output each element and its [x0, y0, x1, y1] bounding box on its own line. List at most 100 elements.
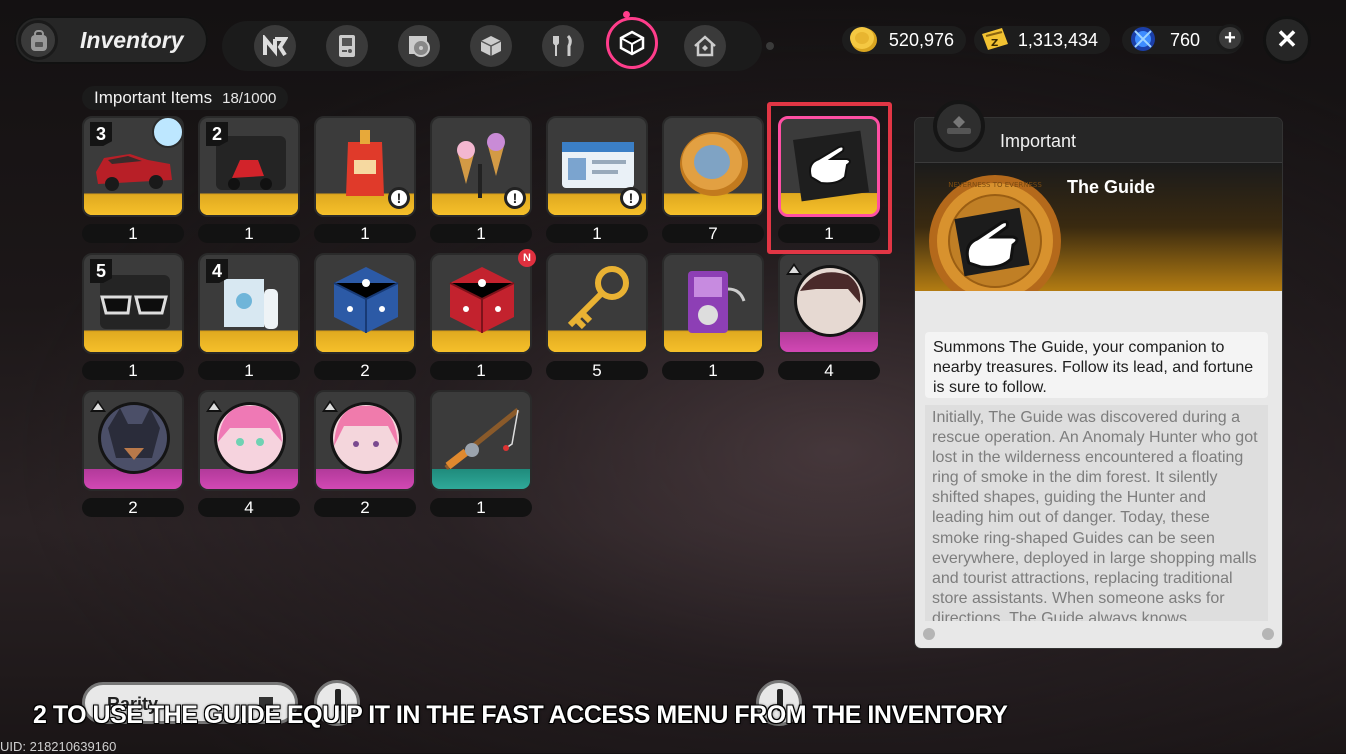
tabbar-end-dot [766, 42, 774, 50]
backpack-icon [18, 20, 58, 60]
tab-device[interactable] [326, 25, 368, 67]
section-header: Important Items 18/1000 [82, 86, 289, 110]
svg-text:Z: Z [991, 38, 998, 49]
dennies-coin-icon [850, 27, 877, 52]
item-card[interactable] [314, 390, 416, 491]
guide-hand-icon [793, 130, 869, 202]
item-quantity: 1 [82, 224, 184, 243]
item-card[interactable] [662, 116, 764, 217]
character-avatar-icon [152, 118, 182, 148]
alert-icon: ! [504, 187, 526, 209]
item-card[interactable] [662, 253, 764, 354]
detail-hero: NEVERNESS TO EVERNESS The Guide [915, 163, 1282, 307]
user-id: UID: 218210639160 [0, 739, 117, 754]
item-quantity: 1 [314, 224, 416, 243]
item-name: The Guide [1067, 177, 1156, 197]
item-quantity: 1 [546, 224, 648, 243]
n-logo-icon [263, 35, 288, 57]
item-detail-panel: Important NEVERNESS TO EVERNESS The Guid… [915, 100, 1282, 648]
tab-disc[interactable] [398, 25, 440, 67]
item-card[interactable] [430, 253, 532, 354]
close-button[interactable]: ✕ [1263, 16, 1311, 64]
dennies-value: 520,976 [888, 30, 954, 50]
important-category-icon [933, 100, 985, 152]
section-title: Important Items [94, 88, 213, 107]
item-quantity: 2 [314, 498, 416, 517]
item-quantity: 1 [662, 361, 764, 380]
add-polychrome-button[interactable]: + [1216, 24, 1244, 52]
item-card[interactable]: 5 [82, 253, 184, 354]
item-quantity: 4 [198, 498, 300, 517]
currency-ticket: Z 1,313,434 [974, 26, 1110, 54]
item-card[interactable] [778, 116, 880, 217]
rank-triangle-icon [322, 400, 338, 412]
item-quantity: 2 [314, 361, 416, 380]
item-summary: Summons The Guide, your companion to nea… [925, 332, 1268, 398]
tab-food[interactable] [542, 25, 584, 67]
currency-dennies: 520,976 [842, 26, 966, 54]
plus-icon: + [1224, 27, 1236, 49]
item-quantity: 1 [430, 498, 532, 517]
item-quantity: 2 [82, 498, 184, 517]
house-icon [694, 35, 716, 57]
rank-triangle-icon [90, 400, 106, 412]
rank-triangle-icon [206, 400, 222, 412]
item-card[interactable]: ! [430, 116, 532, 217]
key-icon [567, 266, 629, 330]
polychrome-value: 760 [1169, 30, 1200, 50]
alert-icon: ! [388, 187, 410, 209]
cube-icon [480, 36, 502, 56]
scroll-right-dot [1262, 628, 1274, 640]
item-card[interactable] [778, 253, 880, 354]
item-quantity: 5 [546, 361, 648, 380]
count-badge: 3 [90, 122, 112, 146]
item-quantity: 4 [778, 361, 880, 380]
scroll-left-dot [923, 628, 935, 640]
category-tabs [222, 11, 774, 71]
item-card[interactable]: 2 [198, 116, 300, 217]
item-card[interactable]: 3 [82, 116, 184, 217]
item-lore: Initially, The Guide was discovered duri… [925, 405, 1268, 621]
tab-bangboo[interactable] [254, 25, 296, 67]
tab-furniture[interactable] [684, 25, 726, 67]
coin-icon [680, 132, 748, 196]
item-quantity: 7 [662, 224, 764, 243]
item-card[interactable] [314, 253, 416, 354]
item-quantity: 1 [430, 361, 532, 380]
detail-body[interactable]: Summons The Guide, your companion to nea… [915, 291, 1282, 648]
item-card[interactable]: ! [546, 116, 648, 217]
fishing-rod-icon [444, 408, 520, 470]
item-card[interactable] [546, 253, 648, 354]
item-quantity: 1 [198, 361, 300, 380]
count-badge: 4 [206, 259, 228, 283]
page-title: Inventory [80, 27, 184, 53]
tab-materials[interactable] [470, 25, 512, 67]
important-box-icon [619, 30, 645, 56]
tab-important[interactable] [606, 11, 658, 69]
new-badge: N [518, 249, 536, 267]
item-card[interactable] [82, 390, 184, 491]
inventory-header: Inventory [14, 16, 208, 64]
item-card[interactable]: ! [314, 116, 416, 217]
item-card[interactable] [198, 390, 300, 491]
currency-polychrome: 760 + [1122, 24, 1244, 54]
ticket-value: 1,313,434 [1017, 30, 1098, 50]
rank-triangle-icon [786, 263, 802, 275]
item-quantity: 1 [198, 224, 300, 243]
guide-medal-icon: NEVERNESS TO EVERNESS [929, 175, 1061, 307]
disc-icon [409, 36, 430, 57]
music-player-icon [688, 271, 746, 333]
ticket-icon: Z [982, 28, 1008, 50]
item-card[interactable] [430, 390, 532, 491]
count-badge: 2 [206, 122, 228, 146]
video-caption: 2 TO USE THE GUIDE EQUIP IT IN THE FAST … [33, 701, 1008, 729]
item-quantity: 1 [82, 361, 184, 380]
category-label: Important [1000, 131, 1077, 151]
blue-dice-icon [333, 267, 399, 333]
gameboy-icon [339, 35, 355, 57]
red-dice-icon [449, 267, 515, 333]
detail-header: Important [915, 100, 1282, 163]
close-icon: ✕ [1276, 24, 1298, 54]
item-card[interactable]: 4 [198, 253, 300, 354]
item-quantity: 1 [430, 224, 532, 243]
